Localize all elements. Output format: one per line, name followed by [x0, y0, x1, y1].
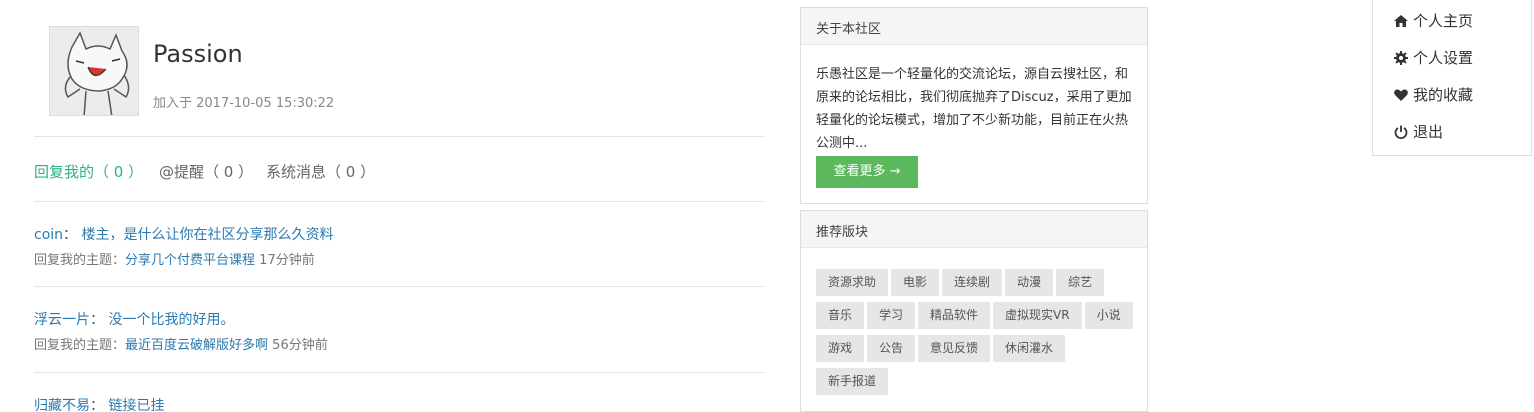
avatar[interactable] — [49, 26, 139, 116]
reply-prefix: 回复我的主题： — [34, 253, 126, 268]
join-date: 加入于 2017-10-05 15:30:22 — [153, 96, 335, 111]
tag[interactable]: 电影 — [891, 269, 940, 296]
menu-item-favorites[interactable]: 我的收藏 — [1393, 84, 1473, 105]
topic-link[interactable]: 最近百度云破解版好多啊 — [125, 338, 268, 353]
separator: ： — [90, 398, 104, 412]
message-tabs: 回复我的（ 0 ） @提醒（ 0 ） 系统消息（ 0 ） — [34, 137, 765, 202]
recommend-panel: 推荐版块 资源求助 电影 连续剧 动漫 综艺 音乐 学习 精品软件 虚拟现实VR… — [800, 210, 1148, 412]
menu-item-settings[interactable]: 个人设置 — [1393, 47, 1473, 68]
menu-item-logout[interactable]: 退出 — [1393, 121, 1443, 142]
tag[interactable]: 音乐 — [816, 302, 865, 329]
panel-title: 推荐版块 — [801, 211, 1147, 248]
reply-prefix: 回复我的主题： — [34, 338, 126, 353]
menu-item-home[interactable]: 个人主页 — [1393, 10, 1473, 31]
list-item: 浮云一片： 没一个比我的好用。 回复我的主题：最近百度云破解版好多啊 56分钟前 — [34, 287, 765, 373]
message-content[interactable]: 链接已挂 — [108, 398, 164, 412]
profile-header: Passion 加入于 2017-10-05 15:30:22 — [34, 0, 765, 137]
topic-link[interactable]: 分享几个付费平台课程 — [125, 253, 255, 268]
home-icon — [1393, 13, 1409, 29]
username: Passion — [153, 40, 243, 68]
tag[interactable]: 动漫 — [1005, 269, 1054, 296]
list-item: coin： 楼主，是什么让你在社区分享那么久资料 回复我的主题：分享几个付费平台… — [34, 202, 765, 287]
separator: ： — [90, 312, 104, 328]
message-user[interactable]: 归藏不易 — [34, 398, 90, 412]
separator: ： — [63, 227, 78, 243]
about-text: 乐愚社区是一个轻量化的交流论坛，源自云搜社区，和原来的论坛相比，我们彻底抛弃了D… — [816, 67, 1132, 151]
tag[interactable]: 小说 — [1084, 302, 1133, 329]
message-content[interactable]: 没一个比我的好用。 — [108, 312, 234, 328]
gear-icon — [1393, 50, 1409, 66]
view-more-button[interactable]: 查看更多 → — [816, 156, 918, 188]
menu-item-label: 我的收藏 — [1413, 86, 1474, 104]
tag[interactable]: 休闲灌水 — [993, 335, 1066, 362]
message-user[interactable]: 浮云一片 — [34, 312, 90, 328]
tag[interactable]: 学习 — [867, 302, 916, 329]
about-panel: 关于本社区 乐愚社区是一个轻量化的交流论坛，源自云搜社区，和原来的论坛相比，我们… — [800, 7, 1148, 204]
message-time: 56分钟前 — [272, 338, 328, 353]
tag[interactable]: 虚拟现实VR — [993, 302, 1082, 329]
message-user[interactable]: coin — [34, 227, 63, 243]
tag[interactable]: 资源求助 — [816, 269, 889, 296]
power-icon — [1393, 124, 1409, 140]
menu-item-label: 退出 — [1413, 123, 1444, 141]
message-time: 17分钟前 — [259, 253, 315, 268]
tab-replies[interactable]: 回复我的（ 0 ） — [34, 161, 143, 182]
tag-list: 资源求助 电影 连续剧 动漫 综艺 音乐 学习 精品软件 虚拟现实VR 小说 游… — [816, 269, 1136, 401]
tag[interactable]: 新手报道 — [816, 368, 889, 395]
user-dropdown-menu: 个人主页 个人设置 我的收藏 退出 — [1372, 0, 1532, 156]
tab-mentions[interactable]: @提醒（ 0 ） — [159, 161, 253, 182]
list-item: 归藏不易： 链接已挂 — [34, 373, 765, 412]
menu-item-label: 个人主页 — [1413, 12, 1474, 30]
message-content[interactable]: 楼主，是什么让你在社区分享那么久资料 — [81, 227, 333, 243]
menu-item-label: 个人设置 — [1413, 49, 1474, 67]
tag[interactable]: 连续剧 — [942, 269, 1003, 296]
tag[interactable]: 精品软件 — [918, 302, 991, 329]
tag[interactable]: 综艺 — [1056, 269, 1105, 296]
heart-icon — [1393, 87, 1409, 103]
tag[interactable]: 公告 — [867, 335, 916, 362]
panel-title: 关于本社区 — [801, 8, 1147, 45]
tab-system-messages[interactable]: 系统消息（ 0 ） — [266, 161, 375, 182]
tag[interactable]: 游戏 — [816, 335, 865, 362]
tag[interactable]: 意见反馈 — [918, 335, 991, 362]
